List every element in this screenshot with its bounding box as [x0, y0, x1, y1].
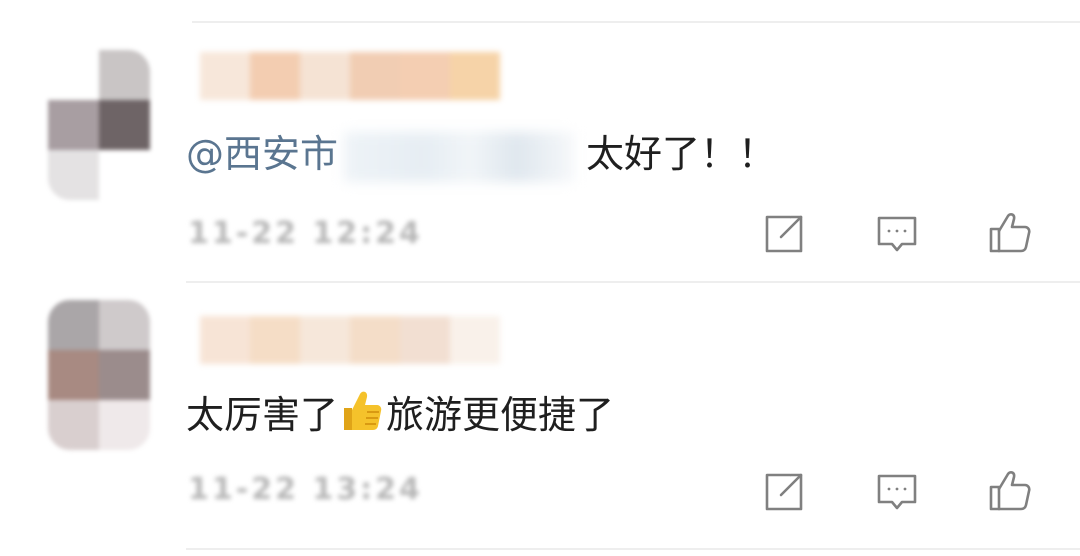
thumbs-up-emoji — [340, 388, 384, 445]
comment-item: @西安市 太好了！！ 11-22 12:24 — [0, 0, 1080, 282]
comment-button[interactable] — [871, 208, 923, 260]
bottom-divider — [186, 548, 1080, 550]
avatar-pixel — [48, 150, 99, 200]
name-pixel — [200, 52, 250, 100]
avatar-pixel — [99, 100, 150, 150]
comment-button[interactable] — [871, 466, 923, 518]
share-icon — [765, 473, 803, 511]
mention-redacted — [344, 131, 575, 182]
comment-icon — [877, 474, 917, 510]
avatar-pixel — [48, 50, 99, 100]
avatar-pixel — [99, 300, 150, 350]
share-icon — [765, 215, 803, 253]
name-pixel — [250, 316, 300, 364]
avatar-pixel — [99, 50, 150, 100]
timestamp: 11-22 12:24 — [188, 216, 423, 251]
name-pixel — [350, 52, 400, 100]
name-pixel — [450, 52, 500, 100]
avatar-pixel — [48, 400, 99, 450]
name-pixel — [400, 316, 450, 364]
comment-icon — [877, 216, 917, 252]
comment-text: 太厉害了 旅游更便捷了 — [186, 388, 614, 445]
comment-body: 太好了！！ — [586, 132, 777, 176]
name-pixel — [300, 316, 350, 364]
share-button[interactable] — [758, 208, 810, 260]
mention-link[interactable]: @西安市 — [186, 132, 338, 176]
avatar-pixel — [48, 100, 99, 150]
comment-body: 太厉害了 — [186, 393, 339, 437]
comment-text: @西安市 太好了！！ — [186, 130, 776, 182]
name-pixel — [350, 316, 400, 364]
like-button[interactable] — [984, 206, 1036, 258]
avatar-pixel — [48, 300, 99, 350]
name-pixel — [300, 52, 350, 100]
username-redacted[interactable] — [200, 52, 500, 100]
like-button[interactable] — [984, 464, 1036, 516]
avatar-pixel — [99, 350, 150, 400]
avatar[interactable] — [48, 50, 150, 200]
username-redacted[interactable] — [200, 316, 500, 364]
comment-item: 太厉害了 旅游更便捷了 11-22 13:24 — [0, 282, 1080, 556]
avatar-pixel — [48, 350, 99, 400]
name-pixel — [450, 316, 500, 364]
avatar-pixel — [99, 150, 150, 200]
share-button[interactable] — [758, 466, 810, 518]
thumbs-up-icon — [989, 213, 1031, 253]
thumbs-up-icon — [989, 471, 1031, 511]
timestamp: 11-22 13:24 — [188, 472, 423, 507]
comment-body-continued: 旅游更便捷了 — [386, 393, 615, 437]
avatar[interactable] — [48, 300, 150, 450]
name-pixel — [200, 316, 250, 364]
name-pixel — [250, 52, 300, 100]
name-pixel — [400, 52, 450, 100]
avatar-pixel — [99, 400, 150, 450]
